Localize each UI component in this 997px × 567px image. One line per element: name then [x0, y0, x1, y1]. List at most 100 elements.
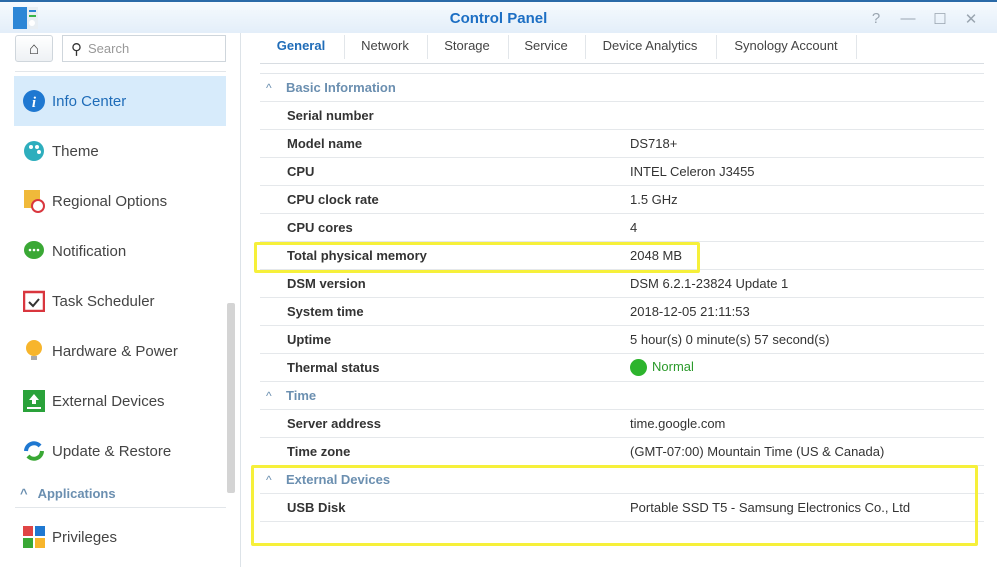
section-external-devices[interactable]: ^ External Devices	[260, 466, 984, 494]
info-row: System time 2018-12-05 21:11:53	[260, 298, 984, 326]
section-label: Applications	[37, 486, 116, 501]
info-row: Thermal status Normal	[260, 354, 984, 382]
section-title: Time	[286, 388, 317, 403]
divider	[15, 71, 226, 72]
divider	[15, 507, 226, 508]
sidebar-item-label: Notification	[52, 242, 127, 260]
row-value: (GMT-07:00) Mountain Time (US & Canada)	[630, 444, 885, 459]
privileges-icon	[22, 525, 46, 549]
row-label: Time zone	[287, 444, 351, 459]
home-button[interactable]: ⌂	[15, 35, 53, 62]
row-label: CPU	[287, 164, 315, 179]
sidebar-item-notification[interactable]: Notification	[14, 226, 226, 276]
window-title: Control Panel	[449, 10, 548, 27]
info-row: CPU INTEL Celeron J3455	[260, 158, 984, 186]
row-value: DSM 6.2.1-23824 Update 1	[630, 276, 789, 291]
tab-device-analytics[interactable]: Device Analytics	[603, 38, 698, 53]
tab-synology-account[interactable]: Synology Account	[734, 38, 837, 53]
info-row: Time zone (GMT-07:00) Mountain Time (US &…	[260, 438, 984, 466]
tab-service[interactable]: Service	[524, 38, 567, 53]
applications-section-header[interactable]: ^ Applications	[20, 486, 116, 501]
row-label: DSM version	[287, 276, 366, 291]
tab-separator	[716, 35, 717, 59]
section-basic-information[interactable]: ^ Basic Information	[260, 74, 984, 102]
sidebar-scrollbar[interactable]	[227, 303, 235, 493]
map-clock-icon	[22, 189, 46, 213]
search-input[interactable]: ⚲ Search	[62, 35, 226, 62]
maximize-button[interactable]: ☐	[930, 10, 950, 28]
lightbulb-icon	[22, 339, 46, 363]
row-value: Normal	[652, 358, 694, 374]
row-label: Serial number	[287, 108, 374, 123]
sidebar-item-label: Task Scheduler	[52, 292, 155, 310]
help-button[interactable]: ?	[866, 10, 886, 27]
tab-bar: General Network Storage Service Device A…	[260, 33, 984, 64]
main-panel: General Network Storage Service Device A…	[242, 33, 997, 567]
info-row: Total physical memory 2048 MB	[260, 242, 984, 270]
chevron-up-icon: ^	[20, 486, 28, 501]
sidebar-item-task-scheduler[interactable]: Task Scheduler	[14, 276, 226, 326]
sidebar-item-label: Update & Restore	[52, 442, 172, 460]
info-row: Uptime 5 hour(s) 0 minute(s) 57 second(s)	[260, 326, 984, 354]
tab-network[interactable]: Network	[361, 38, 409, 53]
sidebar-item-external-devices[interactable]: External Devices	[14, 376, 226, 426]
row-label: Uptime	[287, 332, 332, 347]
minimize-button[interactable]: —	[898, 10, 918, 27]
tab-general[interactable]: General	[277, 38, 325, 53]
sidebar-item-label: Privileges	[52, 528, 118, 546]
sidebar-item-hardware-power[interactable]: Hardware & Power	[14, 326, 226, 376]
search-icon: ⚲	[71, 40, 82, 58]
sidebar-item-theme[interactable]: Theme	[14, 126, 226, 176]
info-row: Serial number	[260, 102, 984, 130]
upload-icon	[22, 389, 46, 413]
info-icon: i	[22, 89, 46, 113]
section-title: External Devices	[286, 472, 391, 487]
row-value: 2018-12-05 21:11:53	[630, 304, 750, 319]
row-label: Model name	[287, 136, 363, 151]
row-value: 5 hour(s) 0 minute(s) 57 second(s)	[630, 332, 830, 347]
row-value: time.google.com	[630, 416, 726, 431]
section-title: Basic Information	[286, 80, 396, 95]
row-label: Server address	[287, 416, 381, 431]
row-label: Thermal status	[287, 360, 380, 375]
row-value: INTEL Celeron J3455	[630, 164, 755, 179]
tab-separator	[344, 35, 345, 59]
row-label: System time	[287, 304, 364, 319]
refresh-icon	[22, 439, 46, 463]
info-row: CPU clock rate 1.5 GHz	[260, 186, 984, 214]
tab-separator	[508, 35, 509, 59]
sidebar-item-label: Info Center	[52, 92, 127, 110]
info-row: Server address time.google.com	[260, 410, 984, 438]
section-time[interactable]: ^ Time	[260, 382, 984, 410]
chevron-up-icon: ^	[266, 388, 272, 403]
thermal-status: Normal	[630, 358, 694, 377]
row-label: USB Disk	[287, 500, 346, 515]
row-label: CPU cores	[287, 220, 353, 235]
sidebar-item-label: Hardware & Power	[52, 342, 178, 360]
sidebar-item-privileges[interactable]: Privileges	[14, 512, 226, 562]
row-label: CPU clock rate	[287, 192, 379, 207]
tab-separator	[427, 35, 428, 59]
chevron-up-icon: ^	[266, 472, 272, 487]
info-row: CPU cores 4	[260, 214, 984, 242]
row-value: 4	[630, 220, 638, 235]
tab-separator	[585, 35, 586, 59]
sidebar-item-label: External Devices	[52, 392, 165, 410]
sidebar-item-update-restore[interactable]: Update & Restore	[14, 426, 226, 476]
close-button[interactable]: ✕	[961, 10, 981, 28]
home-icon: ⌂	[28, 38, 40, 58]
status-dot-icon	[630, 359, 647, 377]
row-label: Total physical memory	[287, 248, 427, 263]
tab-storage[interactable]: Storage	[444, 38, 490, 53]
sidebar-item-regional-options[interactable]: Regional Options	[14, 176, 226, 226]
search-placeholder: Search	[88, 41, 130, 56]
tab-separator	[856, 35, 857, 59]
title-bar: Control Panel ? — ☐ ✕	[0, 0, 997, 33]
info-row: DSM version DSM 6.2.1-23824 Update 1	[260, 270, 984, 298]
row-value: Portable SSD T5 - Samsung Electronics Co…	[630, 500, 911, 515]
palette-icon	[22, 139, 46, 163]
sidebar-item-label: Theme	[52, 142, 99, 160]
sidebar-item-info-center[interactable]: i Info Center	[14, 76, 226, 126]
sidebar-item-label: Regional Options	[52, 192, 168, 210]
chevron-up-icon: ^	[266, 80, 272, 95]
